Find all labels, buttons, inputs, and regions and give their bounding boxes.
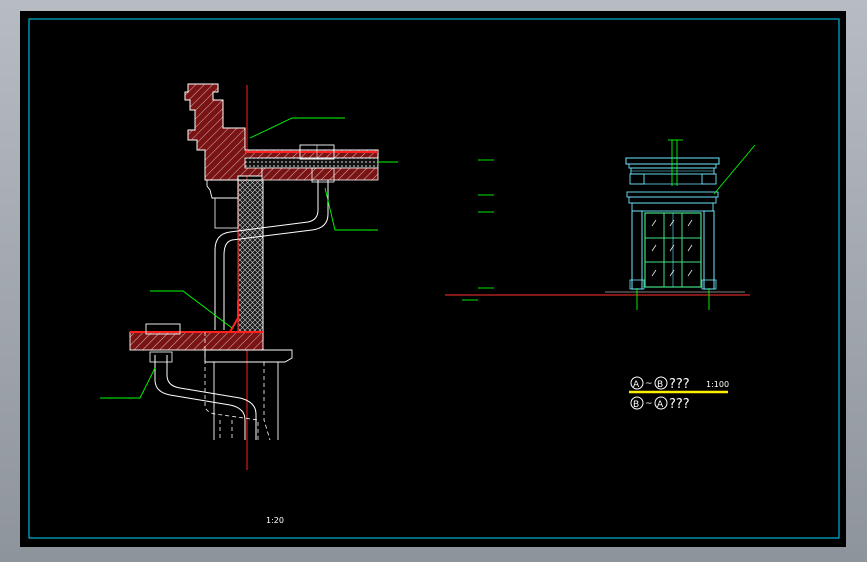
cad-drawing: 1:20 A ~ B ??? 1:100 B ~ A ??? [28,18,840,539]
marker-b-label: B [657,380,663,390]
title-text-1: ??? [669,377,690,392]
elevation-leader [713,144,756,195]
elevation-title-block: A ~ B ??? 1:100 B ~ A ??? [629,376,729,412]
roof-slab-base [261,167,379,181]
tilde-2: ~ [645,399,653,409]
leader-3 [324,187,378,231]
pilaster-left [631,210,643,290]
marker-a-label: A [633,380,640,390]
eave-detail-section [100,83,398,470]
detail-scale-label: 1:20 [266,516,284,525]
wall-column [237,179,264,341]
downpipe-upper [214,180,319,330]
column-base [204,349,293,363]
roof-slab-layer [244,157,379,169]
drawing-border [28,18,840,539]
title-text-2: ??? [669,397,690,412]
leader-1 [249,117,345,139]
downpipe-lower [154,355,246,440]
title-scale: 1:100 [706,380,729,389]
leader-5 [100,367,156,399]
lower-canopy-slab [129,331,264,351]
marker-b2-label: B [633,400,639,410]
tilde-1: ~ [645,379,653,389]
marker-a2-label: A [657,400,664,410]
column-capital [206,179,239,199]
pilaster-right [703,210,715,290]
entrance-elevation [445,139,756,310]
leader-4 [150,290,233,329]
